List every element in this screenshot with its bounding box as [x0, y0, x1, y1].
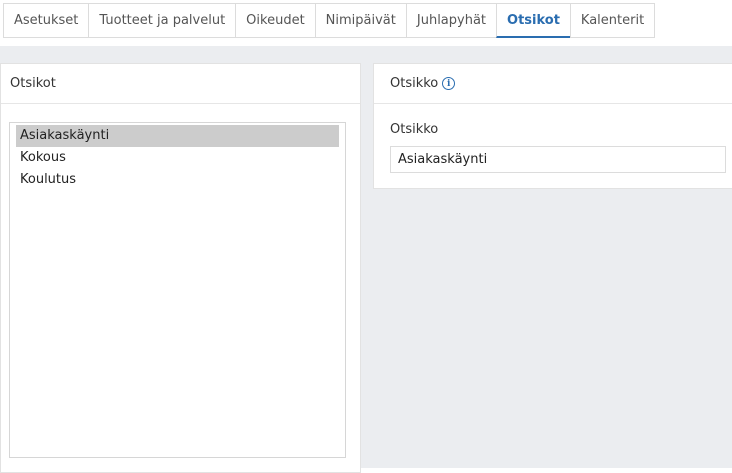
- tab-oikeudet[interactable]: Oikeudet: [235, 3, 316, 38]
- tab-kalenterit[interactable]: Kalenterit: [569, 3, 656, 38]
- otsikko-field-label: Otsikko: [390, 122, 439, 137]
- detail-panel-header: Otsikko i: [374, 64, 732, 104]
- tab-nimipaivat[interactable]: Nimipäivät: [314, 3, 407, 38]
- otsikko-field[interactable]: [390, 146, 726, 173]
- tabs: Asetukset Tuotteet ja palvelut Oikeudet …: [3, 3, 656, 38]
- detail-panel-title: Otsikko: [390, 76, 439, 91]
- list-item[interactable]: Asiakaskäynti: [16, 125, 339, 147]
- tab-bar: Asetukset Tuotteet ja palvelut Oikeudet …: [0, 0, 732, 46]
- list-item[interactable]: Koulutus: [16, 169, 339, 191]
- tab-asetukset[interactable]: Asetukset: [3, 3, 90, 38]
- list-item[interactable]: Kokous: [16, 147, 339, 169]
- tab-otsikot[interactable]: Otsikot: [496, 3, 571, 38]
- content-area: Otsikot Asiakaskäynti Kokous Koulutus Ot…: [0, 46, 732, 473]
- tab-juhlapyhat[interactable]: Juhlapyhät: [405, 3, 498, 38]
- otsikot-listbox[interactable]: Asiakaskäynti Kokous Koulutus: [9, 122, 346, 458]
- tab-tuotteet-ja-palvelut[interactable]: Tuotteet ja palvelut: [88, 3, 237, 38]
- otsikot-list-panel: Otsikot Asiakaskäynti Kokous Koulutus: [0, 63, 361, 473]
- list-panel-title: Otsikot: [1, 64, 360, 104]
- otsikko-detail-panel: Otsikko i Otsikko: [373, 63, 732, 189]
- info-icon[interactable]: i: [442, 77, 456, 90]
